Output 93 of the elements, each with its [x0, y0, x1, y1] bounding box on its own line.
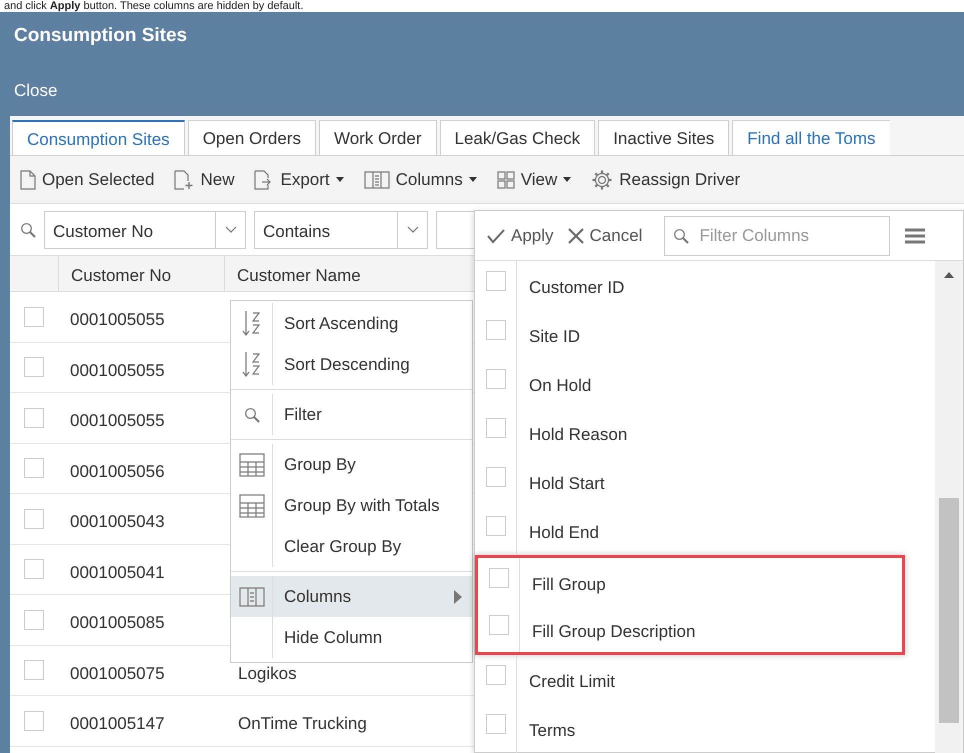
table-icon [238, 452, 264, 476]
filter-operator-dropdown[interactable]: Contains [254, 210, 428, 248]
window-title: Consumption Sites [14, 25, 188, 46]
search-icon [244, 406, 260, 422]
menu-item[interactable]: Filter [231, 394, 472, 435]
tab[interactable]: Inactive Sites [598, 120, 730, 155]
row-checkbox[interactable] [24, 458, 44, 478]
menu-item[interactable]: Columns [231, 576, 472, 617]
column-checkbox[interactable] [486, 714, 506, 734]
reassign-button[interactable]: Reassign Driver [591, 166, 740, 192]
table-cell: 0001005085 [70, 613, 165, 632]
table-cell: 0001005055 [70, 411, 165, 430]
column-header[interactable]: Customer Name [224, 256, 470, 291]
table-cell: 0001005056 [70, 462, 165, 480]
grid-view-icon [496, 170, 515, 188]
toolbar-button[interactable]: Open Selected [20, 166, 154, 192]
column-checkbox[interactable] [488, 568, 508, 588]
document-icon [20, 170, 36, 190]
submenu-arrow-icon [454, 590, 462, 604]
scrollbar-thumb[interactable] [939, 498, 959, 723]
tab[interactable]: Work Order [318, 120, 436, 155]
table-cell: 0001005043 [70, 512, 165, 531]
caret-icon [468, 177, 477, 182]
menu-item[interactable]: Group By [231, 444, 472, 485]
gear-icon [591, 168, 614, 190]
column-checkbox[interactable] [486, 320, 506, 340]
row-checkbox[interactable] [24, 610, 44, 630]
instruction-text: and click Apply button. These columns are hidden by default. [3, 0, 304, 12]
sort-descending-icon [240, 350, 262, 380]
toolbar-button[interactable]: View [496, 166, 572, 192]
menu-item[interactable]: Clear Group By [231, 526, 472, 567]
tab[interactable]: Open Orders [188, 120, 316, 155]
row-checkbox[interactable] [24, 306, 44, 327]
table-cell: 0001005055 [70, 360, 165, 380]
table-cell: OnTime Trucking [238, 714, 367, 733]
filter-field-dropdown[interactable]: Customer No [44, 210, 246, 248]
menu-item[interactable]: Sort Descending [231, 344, 472, 385]
caret-icon [563, 177, 572, 182]
column-checkbox[interactable] [486, 665, 506, 685]
table-cell: 0001005147 [70, 714, 165, 733]
columns-icon [364, 170, 390, 188]
column-checkbox[interactable] [486, 271, 506, 291]
table-cell: 0001005075 [70, 664, 165, 682]
row-checkbox[interactable] [24, 357, 44, 378]
chevron-icon [224, 226, 236, 234]
column-option[interactable]: Fill Group [520, 558, 618, 605]
menu-item[interactable]: Group By with Totals [231, 485, 472, 526]
filter-columns-field[interactable]: Filter Columns [664, 216, 890, 256]
row-checkbox[interactable] [24, 408, 44, 428]
column-option[interactable]: Fill Group Description [520, 605, 708, 652]
row-checkbox[interactable] [24, 508, 44, 529]
search-icon [673, 228, 690, 244]
cancel-button[interactable]: Cancel [568, 222, 642, 248]
columns-icon [238, 586, 264, 606]
apply-button[interactable]: Apply [487, 222, 554, 248]
column-option[interactable]: Hold Reason [517, 408, 640, 457]
table-cell: 0001005055 [70, 310, 165, 329]
toolbar-button[interactable]: New [174, 166, 234, 192]
chevron-icon [406, 226, 418, 234]
column-option[interactable]: On Hold [517, 359, 604, 408]
column-option[interactable]: Customer ID [517, 261, 636, 310]
tab[interactable]: Leak/Gas Check [440, 120, 596, 155]
menu-item[interactable]: Sort Ascending [231, 303, 472, 344]
row-checkbox[interactable] [24, 559, 44, 580]
toolbar-button[interactable]: Columns [364, 166, 477, 192]
column-option[interactable]: Hold End [517, 506, 611, 555]
column-option[interactable]: Credit Limit [517, 655, 627, 704]
close-icon [568, 228, 584, 244]
column-checkbox[interactable] [486, 418, 506, 438]
tab[interactable]: Consumption Sites [12, 120, 185, 155]
column-header[interactable]: Customer No [58, 256, 224, 291]
table-cell: 0001005041 [70, 562, 165, 582]
table-cell: Logikos [238, 664, 297, 682]
caret-icon [336, 177, 344, 182]
column-option[interactable]: Terms [517, 704, 588, 753]
column-option[interactable]: Site ID [517, 310, 592, 359]
column-checkbox[interactable] [486, 369, 506, 389]
checkmark-icon [487, 228, 505, 244]
new-document-icon [174, 170, 194, 190]
search-icon [20, 222, 36, 238]
table-icon [238, 494, 264, 518]
column-checkbox[interactable] [486, 467, 506, 487]
column-option[interactable]: Hold Start [517, 457, 617, 506]
row-checkbox[interactable] [24, 710, 44, 731]
row-checkbox[interactable] [24, 660, 44, 680]
scroll-up-icon [943, 271, 955, 279]
close-menu-item[interactable]: Close [14, 78, 58, 116]
menu-item[interactable]: Hide Column [231, 617, 472, 658]
toolbar-button[interactable]: Export [254, 166, 344, 192]
sort-ascending-icon [240, 308, 262, 338]
tab[interactable]: Find all the Toms [732, 120, 890, 155]
column-checkbox[interactable] [488, 615, 508, 635]
column-checkbox[interactable] [486, 516, 506, 536]
